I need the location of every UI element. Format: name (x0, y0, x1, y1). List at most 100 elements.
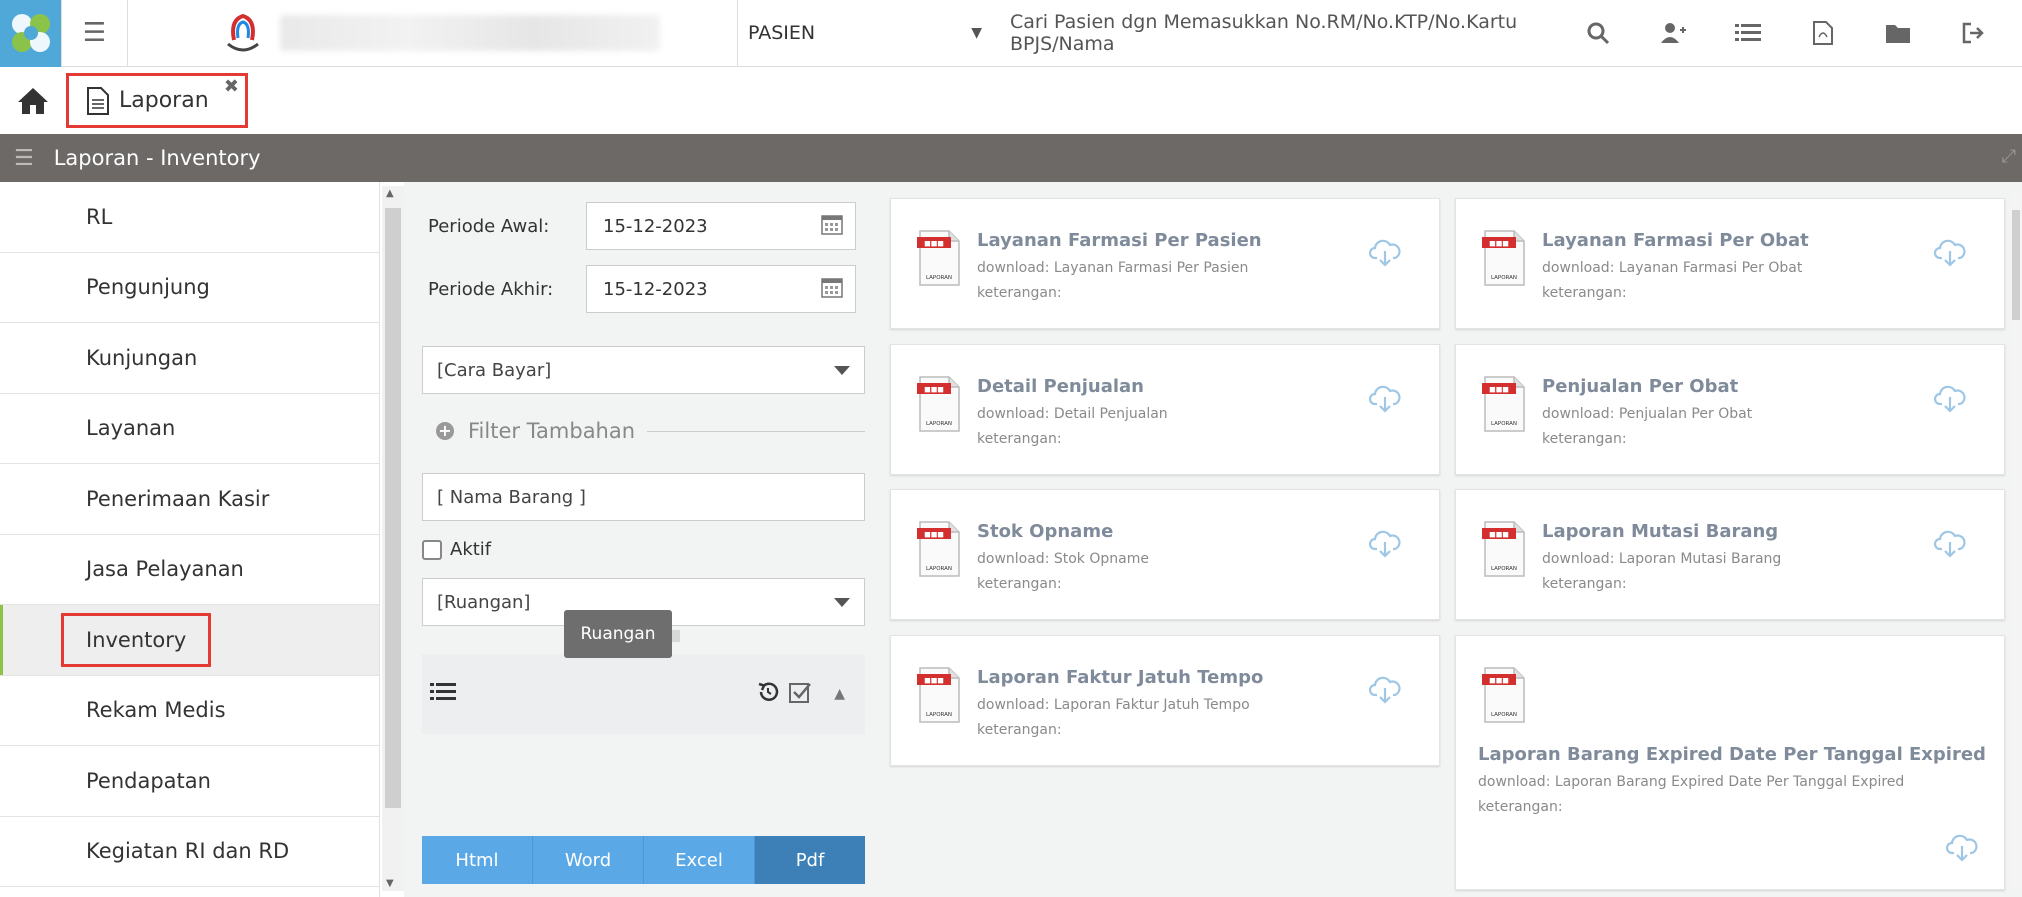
report-title[interactable]: Detail Penjualan (977, 376, 1144, 397)
pdf-report-icon: ■■■ LAPORAN (917, 229, 961, 291)
cloud-download-icon[interactable] (1933, 237, 1966, 271)
folder-icon[interactable] (1860, 22, 1935, 44)
search-icon[interactable] (1560, 21, 1635, 45)
logout-icon[interactable] (1935, 21, 2010, 45)
report-title[interactable]: Layanan Farmasi Per Pasien (977, 230, 1262, 251)
report-download-text: download: Laporan Mutasi Barang (1542, 551, 1782, 567)
report-title[interactable]: Layanan Farmasi Per Obat (1542, 230, 1809, 251)
cara-bayar-select[interactable]: [Cara Bayar] (422, 346, 865, 394)
export-pdf-button[interactable]: Pdf (755, 836, 865, 884)
report-keterangan: keterangan: (1542, 285, 1627, 301)
report-card[interactable]: ■■■ LAPORAN Stok Opname download: Stok Opna… (890, 489, 1440, 620)
cloud-download-icon[interactable] (1945, 832, 1978, 866)
hospital-name-blurred (280, 15, 660, 51)
section-header: ☰ Laporan - Inventory ⤢ (0, 134, 2022, 182)
sidebar-item-inventory[interactable]: Inventory (0, 605, 379, 676)
sidebar-item-label: Inventory (60, 612, 212, 667)
cloud-download-icon[interactable] (1368, 674, 1401, 708)
app-logo[interactable] (0, 0, 62, 67)
add-user-icon[interactable] (1635, 21, 1710, 45)
aktif-checkbox[interactable]: Aktif (422, 539, 491, 560)
sidebar-item-rekam-medis[interactable]: Rekam Medis (0, 676, 379, 746)
report-title[interactable]: Penjualan Per Obat (1542, 376, 1738, 397)
pdf-report-icon: ■■■ LAPORAN (1482, 375, 1526, 437)
pasien-select[interactable]: PASIEN ▼ (738, 0, 1000, 67)
filter-scrollbar[interactable]: ▲ ▼ (382, 186, 404, 891)
caret-down-icon (834, 597, 850, 607)
check-square-icon[interactable] (788, 680, 812, 708)
aktif-label: Aktif (450, 539, 492, 560)
sidebar-item-pendapatan[interactable]: Pendapatan (0, 746, 379, 817)
close-icon[interactable]: ✖ (224, 76, 239, 97)
ruangan-tooltip: Ruangan (564, 610, 680, 658)
cloud-download-icon[interactable] (1933, 383, 1966, 417)
periode-akhir-input[interactable]: 15-12-2023 (586, 265, 856, 313)
export-html-button[interactable]: Html (422, 836, 533, 884)
report-card[interactable]: ■■■ LAPORAN Detail Penjualan download: Deta… (890, 344, 1440, 475)
calendar-icon[interactable] (821, 213, 843, 240)
scrollbar-thumb[interactable] (2012, 210, 2020, 320)
report-card[interactable]: ■■■ LAPORAN Laporan Faktur Jatuh Tempo down… (890, 635, 1440, 766)
report-keterangan: keterangan: (977, 431, 1062, 447)
top-bar: ☰ PASIEN ▼ Cari Pasien dgn Memasukkan No… (0, 0, 2022, 67)
report-title[interactable]: Laporan Barang Expired Date Per Tanggal … (1478, 744, 1986, 765)
report-card[interactable]: ■■■ LAPORAN Layanan Farmasi Per Pasien down… (890, 198, 1440, 329)
sidebar-item-layanan[interactable]: Layanan (0, 394, 379, 464)
report-card[interactable]: ■■■ LAPORAN Penjualan Per Obat download: Pe… (1455, 344, 2005, 475)
document-icon (87, 86, 109, 115)
pdf-report-icon: ■■■ LAPORAN (917, 666, 961, 728)
sidebar-item-penerimaan-kasir[interactable]: Penerimaan Kasir (0, 464, 379, 535)
report-card[interactable]: ■■■ LAPORAN Laporan Mutasi Barang download:… (1455, 489, 2005, 620)
cara-bayar-value: [Cara Bayar] (437, 359, 552, 381)
export-word-button[interactable]: Word (533, 836, 644, 884)
sidebar-item-pengunjung[interactable]: Pengunjung (0, 253, 379, 323)
svg-text:LAPORAN: LAPORAN (926, 421, 952, 427)
home-icon[interactable] (0, 86, 66, 116)
patient-search-input[interactable]: Cari Pasien dgn Memasukkan No.RM/No.KTP/… (1000, 11, 1560, 55)
pdf-report-icon: ■■■ LAPORAN (917, 520, 961, 582)
sidebar-item-kunjungan[interactable]: Kunjungan (0, 323, 379, 394)
column-settings-bar: ▲ (422, 654, 865, 734)
svg-text:■■■: ■■■ (924, 240, 944, 248)
sidebar-item-label: Kunjungan (86, 345, 198, 370)
cloud-download-icon[interactable] (1368, 237, 1401, 271)
divider (647, 430, 865, 432)
filter-tambahan-label: Filter Tambahan (468, 419, 636, 443)
periode-awal-input[interactable]: 15-12-2023 (586, 202, 856, 250)
chevron-up-icon[interactable]: ▲ (834, 686, 845, 702)
hamburger-icon[interactable]: ☰ (14, 146, 34, 171)
sidebar-item-rl[interactable]: RL (0, 182, 379, 253)
scrollbar-thumb[interactable] (385, 208, 401, 808)
report-title[interactable]: Laporan Mutasi Barang (1542, 521, 1778, 542)
report-download-text: download: Penjualan Per Obat (1542, 406, 1753, 422)
sidebar-item-kegiatan-ri-rd[interactable]: Kegiatan RI dan RD (0, 817, 379, 887)
svg-text:■■■: ■■■ (1489, 531, 1509, 539)
report-title[interactable]: Laporan Faktur Jatuh Tempo (977, 667, 1263, 688)
cloud-download-icon[interactable] (1933, 528, 1966, 562)
report-card[interactable]: ■■■ LAPORAN Layanan Farmasi Per Obat downlo… (1455, 198, 2005, 329)
nama-barang-input[interactable]: [ Nama Barang ] (422, 473, 865, 521)
expand-icon[interactable]: ⤢ (2002, 146, 2016, 167)
scroll-up-icon[interactable]: ▲ (386, 188, 394, 199)
cloud-download-icon[interactable] (1368, 383, 1401, 417)
plus-circle-icon[interactable]: + (436, 422, 454, 440)
scroll-down-icon[interactable]: ▼ (386, 878, 394, 889)
checkbox-box[interactable] (422, 539, 442, 560)
pdf-file-icon[interactable] (1785, 21, 1860, 45)
list-icon[interactable] (1710, 22, 1785, 44)
sidebar-item-label: Jasa Pelayanan (86, 557, 244, 582)
filter-tambahan-toggle[interactable]: + Filter Tambahan (422, 416, 865, 446)
report-title[interactable]: Stok Opname (977, 521, 1113, 542)
tab-laporan[interactable]: Laporan ✖ (66, 73, 248, 128)
list-icon[interactable] (430, 681, 456, 707)
export-excel-button[interactable]: Excel (644, 836, 755, 884)
svg-text:LAPORAN: LAPORAN (926, 275, 952, 281)
report-card[interactable]: ■■■ LAPORAN Laporan Barang Expired Date Pe… (1455, 635, 2005, 890)
hamburger-menu-icon[interactable]: ☰ (62, 0, 128, 67)
history-icon[interactable] (756, 680, 780, 708)
cloud-download-icon[interactable] (1368, 528, 1401, 562)
sidebar-item-jasa-pelayanan[interactable]: Jasa Pelayanan (0, 535, 379, 605)
calendar-icon[interactable] (821, 276, 843, 303)
cards-scrollbar[interactable] (2010, 190, 2022, 890)
svg-text:LAPORAN: LAPORAN (926, 566, 952, 572)
